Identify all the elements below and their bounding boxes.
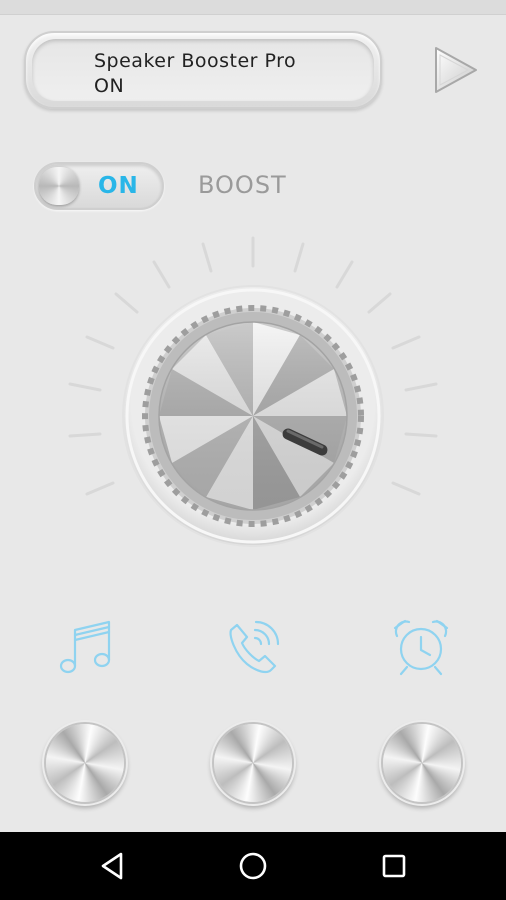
nav-home-button[interactable] [237, 850, 269, 882]
status-bar [0, 0, 506, 15]
boost-dial[interactable] [0, 220, 506, 560]
boost-label: BOOST [198, 171, 287, 199]
volume-knob-area [0, 220, 506, 560]
music-note-icon [59, 620, 111, 674]
toggle-state-label: ON [98, 173, 139, 199]
recents-square-icon [382, 854, 406, 878]
toggle-thumb[interactable] [39, 167, 79, 205]
play-button[interactable] [430, 44, 480, 96]
call-control[interactable] [221, 616, 285, 680]
boost-toggle-switch[interactable]: ON [34, 162, 164, 210]
back-triangle-icon [101, 852, 123, 880]
home-circle-icon [239, 852, 267, 880]
call-volume-knob[interactable] [214, 724, 292, 802]
app-title: Speaker Booster Pro [94, 50, 297, 72]
alarm-control[interactable] [389, 616, 453, 680]
status-display: Speaker Booster Pro ON [24, 31, 382, 109]
alarm-clock-icon [393, 619, 449, 676]
boost-status-text: ON [94, 75, 125, 97]
phone-call-icon [229, 620, 280, 674]
knob-face[interactable] [159, 322, 347, 510]
status-display-text: Speaker Booster Pro ON [94, 49, 296, 99]
nav-back-button[interactable] [97, 850, 129, 882]
alarm-volume-knob[interactable] [383, 724, 461, 802]
navigation-bar [0, 832, 506, 900]
nav-recents-button[interactable] [378, 850, 410, 882]
music-volume-knob[interactable] [46, 724, 124, 802]
music-control[interactable] [54, 616, 118, 680]
play-icon [435, 47, 477, 93]
